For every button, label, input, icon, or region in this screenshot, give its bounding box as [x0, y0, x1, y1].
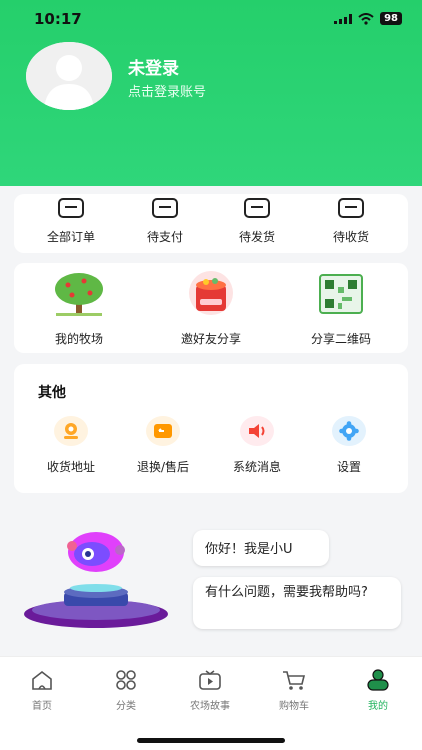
order-unshipped-label: 待发货	[238, 230, 275, 244]
gear-icon	[332, 416, 366, 446]
settings-label: 设置	[336, 460, 361, 474]
speaker-icon	[240, 416, 274, 446]
login-title[interactable]: 未登录	[128, 54, 179, 79]
tab-farm-story[interactable]: 农场故事	[168, 669, 252, 712]
assistant-question-text: 有什么问题，需要我帮助吗?	[205, 585, 368, 600]
assistant-greeting-bubble: 你好！我是小U	[193, 530, 329, 566]
order-all-label: 全部订单	[46, 230, 95, 244]
tab-farm-story-label: 农场故事	[190, 701, 230, 712]
my-farm-button[interactable]: 我的牧场	[24, 271, 134, 347]
tree-icon	[55, 273, 103, 316]
share-qrcode-button[interactable]: 分享二维码	[286, 271, 396, 347]
battery-level: 98	[380, 12, 402, 25]
video-icon	[199, 670, 221, 690]
qr-map-icon	[319, 274, 363, 314]
tab-category[interactable]: 分类	[84, 669, 168, 712]
location-icon	[54, 416, 88, 446]
status-icons: 98	[334, 12, 402, 25]
default-avatar-icon	[26, 42, 112, 110]
avatar[interactable]	[26, 42, 112, 110]
system-messages-label: 系统消息	[232, 460, 281, 474]
address-button[interactable]: 收货地址	[26, 416, 116, 475]
order-unreceived-button[interactable]: 待收货	[306, 198, 396, 245]
farm-card: 我的牧场 邀好友分享 分享二维码	[14, 263, 408, 353]
login-subtitle[interactable]: 点击登录账号	[128, 81, 206, 100]
package-icon	[244, 198, 270, 218]
profile-icon	[367, 669, 389, 691]
other-card: 其他 收货地址 退换/售后 系统消息 设置	[14, 364, 408, 493]
orders-card: 全部订单 待支付 待发货 待收货	[14, 194, 408, 253]
receive-box-icon	[338, 198, 364, 218]
tab-home[interactable]: 首页	[0, 669, 84, 712]
system-messages-button[interactable]: 系统消息	[212, 416, 302, 475]
red-packet-icon	[189, 271, 233, 315]
assistant-question-bubble[interactable]: 有什么问题，需要我帮助吗?	[193, 577, 401, 629]
signal-icon	[334, 13, 353, 24]
return-card-icon	[146, 416, 180, 446]
tab-mine-label: 我的	[368, 701, 388, 712]
assistant-greeting-text: 你好！我是小U	[205, 542, 293, 557]
order-unpaid-button[interactable]: 待支付	[120, 198, 210, 245]
tab-mine[interactable]: 我的	[336, 669, 420, 712]
home-icon	[32, 670, 52, 690]
order-list-icon	[58, 198, 84, 218]
my-farm-label: 我的牧场	[54, 332, 103, 346]
wifi-icon	[358, 12, 374, 25]
after-sales-button[interactable]: 退换/售后	[118, 416, 208, 475]
share-qrcode-label: 分享二维码	[310, 332, 371, 346]
profile-header: 10:17 98 未登录 点击登录账号	[0, 0, 422, 186]
after-sales-label: 退换/售后	[136, 460, 190, 474]
robot-assistant-icon[interactable]	[22, 530, 170, 630]
status-bar: 10:17 98	[0, 0, 422, 40]
cart-icon	[283, 671, 306, 690]
tab-cart[interactable]: 购物车	[252, 669, 336, 712]
order-unshipped-button[interactable]: 待发货	[212, 198, 302, 245]
order-unreceived-label: 待收货	[332, 230, 369, 244]
order-all-button[interactable]: 全部订单	[26, 198, 116, 245]
category-icon	[116, 670, 136, 690]
tab-home-label: 首页	[32, 701, 52, 712]
home-indicator	[137, 738, 285, 743]
address-label: 收货地址	[46, 460, 95, 474]
status-time: 10:17	[34, 10, 82, 28]
invite-friends-button[interactable]: 邀好友分享	[156, 271, 266, 347]
wallet-icon	[152, 198, 178, 218]
invite-friends-label: 邀好友分享	[180, 332, 241, 346]
order-unpaid-label: 待支付	[146, 230, 183, 244]
tab-category-label: 分类	[116, 701, 136, 712]
bottom-tab-bar: 首页 分类 农场故事 购物车 我的	[0, 656, 422, 750]
tab-cart-label: 购物车	[279, 701, 309, 712]
settings-button[interactable]: 设置	[304, 416, 394, 475]
other-section-title: 其他	[38, 385, 66, 401]
